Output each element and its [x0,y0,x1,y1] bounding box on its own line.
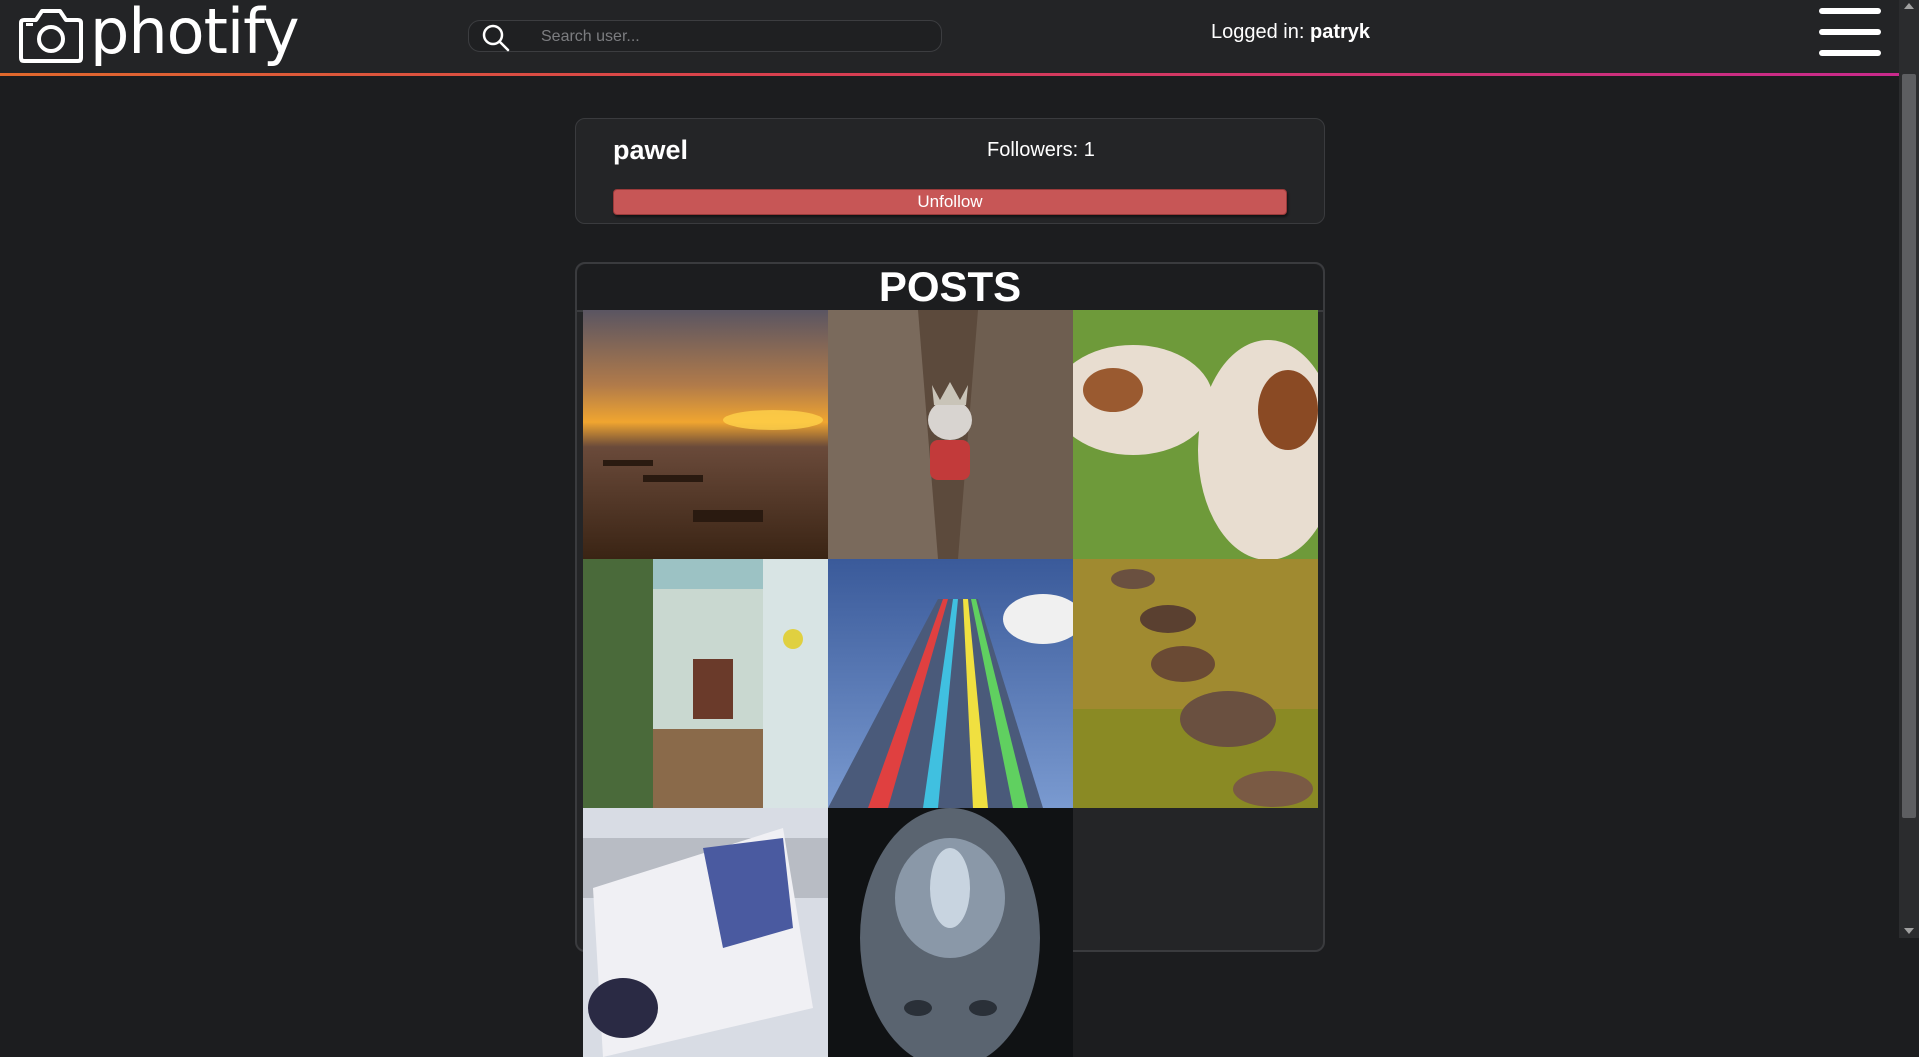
scroll-up-arrow-icon[interactable] [1904,3,1914,9]
login-username: patryk [1309,21,1371,43]
scroll-down-arrow-icon[interactable] [1904,928,1914,934]
post-thumbnail[interactable] [583,559,828,808]
search-input[interactable] [539,25,923,49]
search-icon[interactable] [481,23,511,53]
scroll-thumb[interactable] [1902,74,1916,818]
login-status: Logged in: patryk [1211,21,1370,44]
post-thumbnail[interactable] [828,808,1073,1057]
hamburger-menu-icon[interactable] [1819,8,1881,60]
profile-username: pawel [613,135,689,165]
logo-text: photify [90,0,300,68]
post-thumbnail[interactable] [828,559,1073,808]
post-thumbnail[interactable] [828,310,1073,559]
logo[interactable]: photify [18,0,300,68]
post-thumbnail[interactable] [1073,310,1318,559]
post-thumbnail[interactable] [583,310,828,559]
top-navbar: photify Logged in: patryk [0,0,1899,74]
login-label: Logged in: [1211,21,1305,43]
search-bar [468,20,942,52]
profile-card: pawel Followers: 1 Unfollow [575,118,1325,224]
followers-count: Followers: 1 [987,139,1095,161]
header-accent-line [0,73,1899,76]
page-scrollbar[interactable] [1899,0,1919,938]
unfollow-button[interactable]: Unfollow [613,189,1287,215]
post-thumbnail[interactable] [1073,559,1318,808]
posts-section: POSTS [575,262,1325,1057]
posts-title: POSTS [577,264,1323,312]
camera-icon [19,9,83,63]
post-thumbnail[interactable] [583,808,828,1057]
